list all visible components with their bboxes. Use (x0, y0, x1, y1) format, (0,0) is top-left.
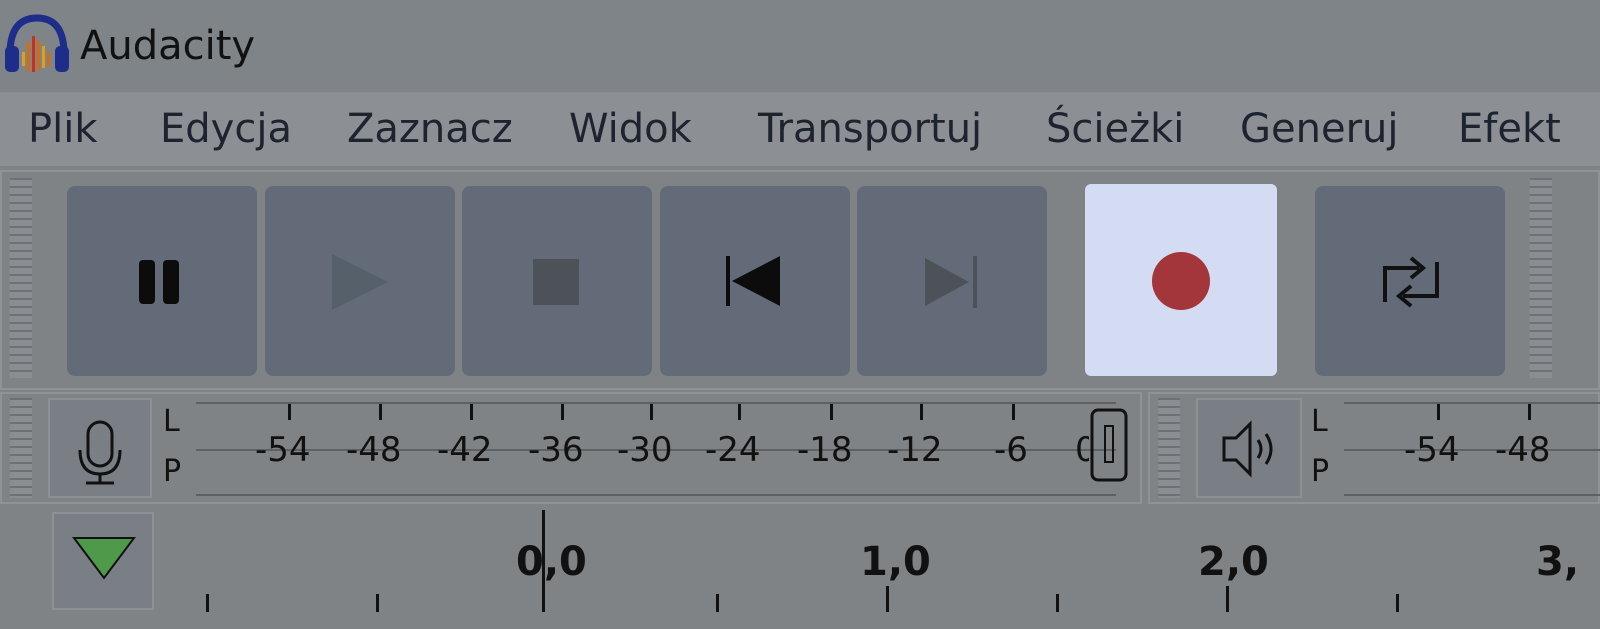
skip-to-start-icon (726, 256, 780, 306)
recording-meter-grip[interactable] (10, 398, 32, 498)
audacity-headphones-icon (5, 14, 69, 72)
play-channel-left-label: L (1311, 404, 1328, 439)
ruler-minor-tick (716, 594, 719, 612)
toolbar-grip-right[interactable] (1530, 178, 1552, 378)
rec-scale-label: -6 (994, 430, 1028, 470)
recording-level-slider-handle[interactable] (1090, 408, 1130, 484)
play-channel-right-label: P (1311, 454, 1330, 489)
rec-scale-label: -42 (437, 430, 493, 470)
pause-button[interactable] (67, 186, 257, 376)
rec-tick (561, 404, 564, 420)
stop-button[interactable] (462, 186, 652, 376)
rec-scale-label: -12 (887, 430, 943, 470)
play-meter-bottom-bar (1344, 494, 1600, 496)
rec-meter-top-bar (196, 402, 1116, 404)
skip-to-start-button[interactable] (660, 186, 850, 376)
rec-tick (470, 404, 473, 420)
play-scale-label: -48 (1495, 432, 1551, 468)
ruler-minor-tick (206, 594, 209, 612)
ruler-minor-tick (1396, 594, 1399, 612)
ruler-minor-tick (376, 594, 379, 612)
menu-generuj[interactable]: Generuj (1240, 105, 1398, 153)
play-icon (332, 254, 388, 310)
rec-tick (830, 404, 833, 420)
menu-edycja[interactable]: Edycja (160, 105, 292, 153)
ruler-minor-tick (1056, 594, 1059, 612)
rec-tick (650, 404, 653, 420)
loop-icon (1383, 256, 1439, 308)
ruler-major-tick (1226, 586, 1229, 612)
play-scale-label: -54 (1404, 430, 1460, 470)
ruler-label: 3, (1536, 540, 1580, 584)
rec-tick (738, 404, 741, 420)
menu-transportuj[interactable]: Transportuj (758, 105, 982, 153)
title-bar: Audacity (0, 0, 1600, 92)
rec-meter-bottom-bar (196, 494, 1116, 496)
play-tick (1437, 404, 1440, 420)
menu-bar: Plik Edycja Zaznacz Widok Transportuj Śc… (0, 92, 1600, 167)
menu-efekt[interactable]: Efekt (1458, 105, 1561, 153)
window-title: Audacity (80, 23, 256, 69)
rec-tick (1012, 404, 1015, 420)
timeline-options-button[interactable] (52, 512, 154, 610)
ruler-label: 0,0 (516, 539, 587, 585)
pause-icon (139, 260, 179, 304)
menu-plik[interactable]: Plik (28, 105, 98, 153)
play-meter-top-bar (1344, 402, 1600, 404)
rec-scale-label: -18 (797, 430, 853, 470)
rec-channel-right-label: P (163, 454, 182, 489)
loop-button[interactable] (1315, 186, 1505, 376)
rec-channel-left-label: L (163, 404, 180, 439)
skip-to-end-icon (925, 256, 977, 308)
ruler-label: 1,0 (860, 539, 931, 585)
play-head-triangle-icon (72, 537, 136, 580)
play-button[interactable] (265, 186, 455, 376)
play-tick (1528, 404, 1531, 420)
rec-scale-label: -48 (346, 430, 402, 470)
skip-to-end-button[interactable] (857, 186, 1047, 376)
menu-widok[interactable]: Widok (569, 105, 692, 153)
rec-scale-label: -54 (255, 430, 311, 470)
recording-meter-button[interactable] (48, 398, 152, 498)
transport-toolbar-grip[interactable] (10, 178, 32, 378)
rec-tick (920, 404, 923, 420)
rec-tick (379, 404, 382, 420)
speaker-icon (1222, 420, 1273, 478)
stop-icon (533, 259, 579, 305)
ruler-major-tick (886, 586, 889, 612)
menu-zaznacz[interactable]: Zaznacz (347, 105, 513, 153)
menu-sciezki[interactable]: Ścieżki (1046, 105, 1184, 153)
rec-scale-label: -24 (705, 430, 761, 470)
record-button[interactable] (1085, 184, 1277, 376)
rec-scale-label: 0 (1075, 432, 1089, 468)
microphone-icon (78, 420, 122, 485)
playback-meter-grip[interactable] (1158, 398, 1180, 498)
ruler-label: 2,0 (1198, 539, 1269, 585)
record-icon (1152, 252, 1210, 310)
rec-scale-label: -36 (528, 430, 584, 470)
playback-meter-button[interactable] (1196, 398, 1302, 498)
rec-tick (288, 404, 291, 420)
rec-scale-label: -30 (617, 430, 673, 470)
